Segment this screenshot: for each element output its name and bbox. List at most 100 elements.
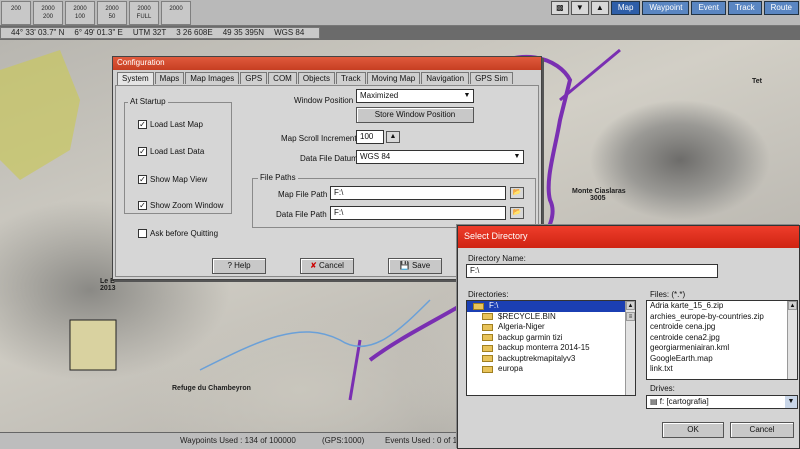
toolbar-right: ▩ ▼ ▲ Map Waypoint Event Track Route [550,0,800,16]
scroll-thumb[interactable]: ≡ [626,312,635,321]
scrollbar[interactable]: ▲ ≡ [625,301,635,395]
save-icon[interactable]: ▼ [570,1,589,15]
scroll-up-icon[interactable]: ▲ [788,301,797,310]
data-file-path-label: Data File Path [276,210,327,219]
track-line-3 [348,339,362,401]
load-icon[interactable]: ▲ [590,1,609,15]
window-position-value: Maximized [360,91,399,100]
window-position-label: Window Position [294,96,354,105]
list-item[interactable]: F:\ [467,301,635,312]
checkbox-label: Load Last Map [150,120,203,129]
zoom-button-6[interactable]: 2000 [161,1,191,25]
tab-map-images[interactable]: Map Images [185,72,240,84]
zoom-button-5[interactable]: 2000 FULL [129,1,159,25]
show-map-view-checkbox[interactable]: ✓ Show Map View [138,175,207,184]
tab-com[interactable]: COM [268,72,297,84]
list-item[interactable]: $RECYCLE.BIN [467,312,635,323]
utm-easting: 3 26 608E [176,28,213,37]
list-item[interactable]: Adria karte_15_6.zip [647,301,797,312]
directories-list[interactable]: F:\ $RECYCLE.BIN Algeria-Niger backup ga… [466,300,636,396]
datum-select[interactable]: WGS 84 ▼ [356,150,524,164]
list-item[interactable]: backup garmin tizi [467,333,635,344]
tab-track[interactable]: Track [335,72,366,84]
load-last-data-checkbox[interactable]: ✓ Load Last Data [138,147,204,156]
store-window-position-button[interactable]: Store Window Position [356,107,474,123]
save-label: Save [411,261,431,270]
save-button[interactable]: 💾 Save [388,258,442,274]
chevron-down-icon: ▼ [513,153,521,160]
zoom-button-2[interactable]: 2000 200 [33,1,63,25]
show-zoom-window-checkbox[interactable]: ✓ Show Zoom Window [138,201,223,210]
at-startup-group [124,102,232,214]
chevron-down-icon[interactable]: ▼ [785,396,797,408]
scroll-up-icon[interactable]: ▲ [626,301,635,310]
save-icon: 💾 [399,261,412,270]
datum-value: WGS 84 [360,152,391,161]
datum-label: Data File Datum [300,154,358,163]
config-tabs: System Maps Map Images GPS COM Objects T… [113,70,541,85]
tab-system[interactable]: System [117,72,154,85]
list-item[interactable]: GoogleEarth.map [647,354,797,365]
zoom-button-label: 2000 [137,6,151,12]
list-item[interactable]: Algeria-Niger [467,322,635,333]
list-item[interactable]: backup monterra 2014-15 [467,343,635,354]
tab-track[interactable]: Track [727,1,762,15]
folder-icon [482,313,493,321]
folder-icon [482,365,493,373]
list-item[interactable]: backuptrekmapitalyv3 [467,354,635,365]
zoom-button-sublabel: 50 [108,14,116,20]
list-item[interactable]: centroide cena2.jpg [647,333,797,344]
folder-icon [482,344,493,352]
directory-name-input[interactable]: F:\ [466,264,718,278]
drive-value: f: [cartografia] [659,397,709,406]
tab-gps[interactable]: GPS [240,72,268,84]
help-button[interactable]: ? Help [212,258,266,274]
scroll-increment-label: Map Scroll Increment [281,134,357,143]
scroll-increment-input[interactable]: 100 [356,130,384,144]
cancel-button[interactable]: ✘ Cancel [300,258,354,274]
folder-icon[interactable]: 📂 [510,187,524,199]
list-item[interactable]: europa [467,364,635,375]
ask-before-quitting-checkbox[interactable]: Ask before Quitting [138,229,218,238]
tab-waypoint[interactable]: Waypoint [642,1,690,15]
tab-maps[interactable]: Maps [154,72,185,84]
peak-label: Monte Ciaslaras 3005 [572,188,626,202]
tab-gps-sim[interactable]: GPS Sim [470,72,513,84]
drives-select[interactable]: ▤ f: [cartografia] ▼ [646,395,798,409]
data-file-path-input[interactable]: F:\ [330,206,506,220]
list-item[interactable]: georgiarmeniairan.kml [647,343,797,354]
map-file-path-input[interactable]: F:\ [330,186,506,200]
drives-label: Drives: [650,384,675,393]
dialog-title: Select Directory [458,226,799,248]
tab-event[interactable]: Event [691,1,726,15]
tab-route[interactable]: Route [763,1,799,15]
zoom-button-3[interactable]: 2000 100 [65,1,95,25]
tab-navigation[interactable]: Navigation [421,72,470,84]
load-last-map-checkbox[interactable]: ✓ Load Last Map [138,120,203,129]
zoom-button-label: 2000 [105,6,119,12]
datum-readout: WGS 84 [274,28,305,37]
ok-button[interactable]: OK [662,422,724,438]
tab-moving-map[interactable]: Moving Map [366,72,421,84]
scrollbar[interactable]: ▲ [787,301,797,379]
utm-northing: 49 35 395N [222,28,265,37]
minimap[interactable] [69,319,117,371]
tab-objects[interactable]: Objects [297,72,335,84]
stepper-icon[interactable]: ▲ [386,131,400,143]
list-item[interactable]: link.txt [647,364,797,375]
list-item[interactable]: centroide cena.jpg [647,322,797,333]
list-item[interactable]: archies_europe-by-countries.zip [647,312,797,323]
close-icon: ✘ [310,261,320,270]
files-list[interactable]: Adria karte_15_6.zip archies_europe-by-c… [646,300,798,380]
cancel-button[interactable]: Cancel [730,422,794,438]
window-position-select[interactable]: Maximized ▼ [356,89,474,103]
gps-icon[interactable]: ▩ [550,1,569,15]
tab-map[interactable]: Map [610,1,641,15]
drive-icon: ▤ [650,397,660,406]
zoom-button-1[interactable]: 200 [1,1,31,25]
zoom-button-sublabel: FULL [136,14,152,20]
folder-icon[interactable]: 📂 [510,207,524,219]
zoom-button-4[interactable]: 2000 50 [97,1,127,25]
checkbox-label: Show Zoom Window [150,201,224,210]
refuge-label: Refuge du Chambeyron [172,385,251,392]
